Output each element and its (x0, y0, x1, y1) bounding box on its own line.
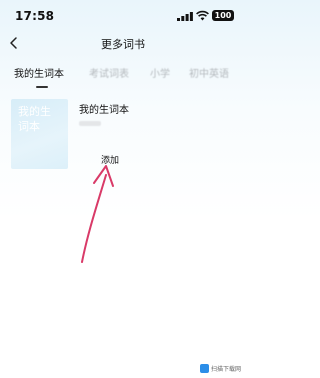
watermark-text: 扫描下载网 (211, 366, 242, 373)
book-subtitle-blurred (79, 121, 101, 126)
active-tab-indicator (36, 86, 48, 88)
page-title: 更多词书 (101, 38, 145, 51)
watermark-logo-icon (200, 364, 209, 373)
add-button[interactable]: 添加 (96, 154, 124, 168)
book-cover[interactable]: 我的生词本 (11, 99, 68, 169)
status-time: 17:58 (15, 9, 55, 23)
tab-primary-school[interactable]: 小学 (150, 65, 170, 80)
watermark: 扫描下载网 (200, 363, 243, 375)
tab-my-vocabulary[interactable]: 我的生词本 (14, 65, 64, 80)
book-title[interactable]: 我的生词本 (79, 101, 129, 116)
signal-icon (177, 12, 193, 21)
annotation-arrow (81, 165, 114, 263)
book-cover-title: 我的生词本 (18, 105, 51, 133)
tab-bar: 我的生词本 考试词表 小学 初中英语 (0, 65, 246, 83)
status-bar: 17:58 100 (0, 0, 246, 30)
tab-exam-words[interactable]: 考试词表 (89, 65, 129, 80)
tab-junior-english[interactable]: 初中英语 (189, 65, 229, 80)
battery-icon: 100 (212, 10, 234, 21)
wifi-icon (196, 10, 209, 21)
